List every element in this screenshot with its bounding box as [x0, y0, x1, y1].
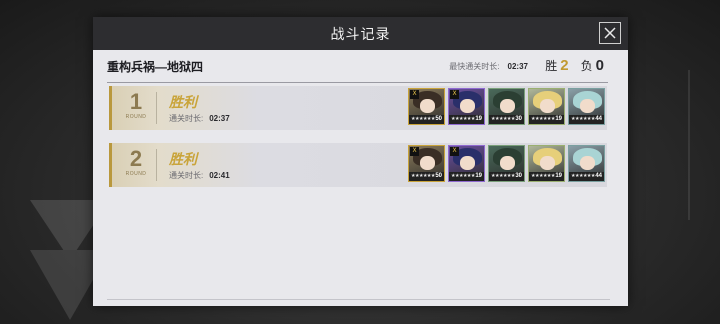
battle-result: 胜利	[169, 94, 197, 110]
character-face	[460, 156, 475, 170]
best-time-value: 02:37	[507, 62, 528, 71]
character-face	[540, 156, 555, 170]
star-rating: ★★★★★★	[531, 116, 555, 122]
best-time-label: 最快通关时长:	[449, 62, 500, 71]
character-card[interactable]: ★★★★★★ 30	[488, 88, 525, 125]
best-time: 最快通关时长: 02:37	[449, 61, 528, 72]
character-level: 19	[475, 173, 482, 179]
character-level: 50	[435, 116, 442, 122]
character-card[interactable]: ★★★★★★ 44	[568, 88, 605, 125]
star-rating: ★★★★★★	[571, 173, 595, 179]
stage-header: 重构兵祸—地狱四 最快通关时长: 02:37 胜 2 负 0	[107, 50, 608, 83]
character-card[interactable]: ★★★★★★ 19	[528, 145, 565, 182]
character-level: 50	[435, 173, 442, 179]
character-level: 44	[595, 173, 602, 179]
round-index: 2 ROUND	[121, 146, 151, 178]
character-card[interactable]: ★★★★★★ 50 Ⅹ	[408, 88, 445, 125]
team-lineup: ★★★★★★ 50 Ⅹ ★★★★★★ 19 Ⅹ ★★★★★★ 30 ★★★★★★ 19 ★★★★★★…	[408, 145, 605, 182]
character-face	[500, 156, 515, 170]
battle-record-row[interactable]: 1 ROUND 胜利 通关时长: 02:37 ★★★★★★ 50 Ⅹ ★★★★★★ 19 Ⅹ…	[109, 86, 607, 130]
record-divider	[156, 149, 157, 181]
star-rating: ★★★★★★	[491, 116, 515, 122]
character-face	[540, 99, 555, 113]
stage-name: 重构兵祸—地狱四	[107, 59, 204, 74]
loss-label: 负	[580, 59, 593, 73]
bottom-divider	[107, 299, 610, 300]
rank-badge-icon: Ⅹ	[450, 90, 459, 99]
clear-time: 通关时长: 02:41	[169, 170, 230, 181]
character-level: 30	[515, 173, 522, 179]
battle-record-dialog: 战斗记录 重构兵祸—地狱四 最快通关时长: 02:37 胜 2 负 0 1 ROU…	[93, 17, 628, 306]
rank-badge-icon: Ⅹ	[450, 147, 459, 156]
battle-record-row[interactable]: 2 ROUND 胜利 通关时长: 02:41 ★★★★★★ 50 Ⅹ ★★★★★★ 19 Ⅹ…	[109, 143, 607, 187]
round-label: ROUND	[125, 171, 147, 177]
character-face	[420, 156, 435, 170]
character-card[interactable]: ★★★★★★ 19 Ⅹ	[448, 145, 485, 182]
win-count: 2	[560, 57, 569, 74]
close-button[interactable]	[599, 22, 621, 44]
rank-badge-icon: Ⅹ	[410, 90, 419, 99]
star-rating: ★★★★★★	[411, 116, 435, 122]
character-level: 19	[555, 116, 562, 122]
star-rating: ★★★★★★	[411, 173, 435, 179]
character-card[interactable]: ★★★★★★ 30	[488, 145, 525, 182]
character-face	[420, 99, 435, 113]
character-card[interactable]: ★★★★★★ 19	[528, 88, 565, 125]
round-number: 2	[129, 146, 143, 171]
dialog-titlebar: 战斗记录	[93, 17, 628, 50]
star-rating: ★★★★★★	[571, 116, 595, 122]
close-icon	[604, 27, 616, 39]
record-divider	[156, 92, 157, 124]
character-face	[580, 156, 595, 170]
star-rating: ★★★★★★	[531, 173, 555, 179]
clear-time: 通关时长: 02:37	[169, 113, 230, 124]
record-accent-bar	[109, 143, 112, 187]
star-rating: ★★★★★★	[491, 173, 515, 179]
win-loss-score: 胜 2 负 0	[545, 57, 604, 74]
round-label: ROUND	[125, 114, 147, 120]
round-number: 1	[129, 89, 143, 114]
clear-time-label: 通关时长:	[169, 114, 204, 123]
character-level: 44	[595, 116, 602, 122]
character-level: 19	[475, 116, 482, 122]
character-level: 19	[555, 173, 562, 179]
character-face	[460, 99, 475, 113]
record-accent-bar	[109, 86, 112, 130]
character-card[interactable]: ★★★★★★ 50 Ⅹ	[408, 145, 445, 182]
team-lineup: ★★★★★★ 50 Ⅹ ★★★★★★ 19 Ⅹ ★★★★★★ 30 ★★★★★★ 19 ★★★★★★…	[408, 88, 605, 125]
character-card[interactable]: ★★★★★★ 44	[568, 145, 605, 182]
round-index: 1 ROUND	[121, 89, 151, 121]
clear-time-value: 02:41	[209, 171, 230, 180]
rank-badge-icon: Ⅹ	[410, 147, 419, 156]
clear-time-value: 02:37	[209, 114, 230, 123]
character-face	[500, 99, 515, 113]
character-card[interactable]: ★★★★★★ 19 Ⅹ	[448, 88, 485, 125]
character-level: 30	[515, 116, 522, 122]
loss-count: 0	[595, 57, 604, 74]
star-rating: ★★★★★★	[451, 173, 475, 179]
dialog-title: 战斗记录	[330, 25, 391, 42]
star-rating: ★★★★★★	[451, 116, 475, 122]
battle-result: 胜利	[169, 151, 197, 167]
win-label: 胜	[545, 59, 558, 73]
character-face	[580, 99, 595, 113]
clear-time-label: 通关时长:	[169, 171, 204, 180]
